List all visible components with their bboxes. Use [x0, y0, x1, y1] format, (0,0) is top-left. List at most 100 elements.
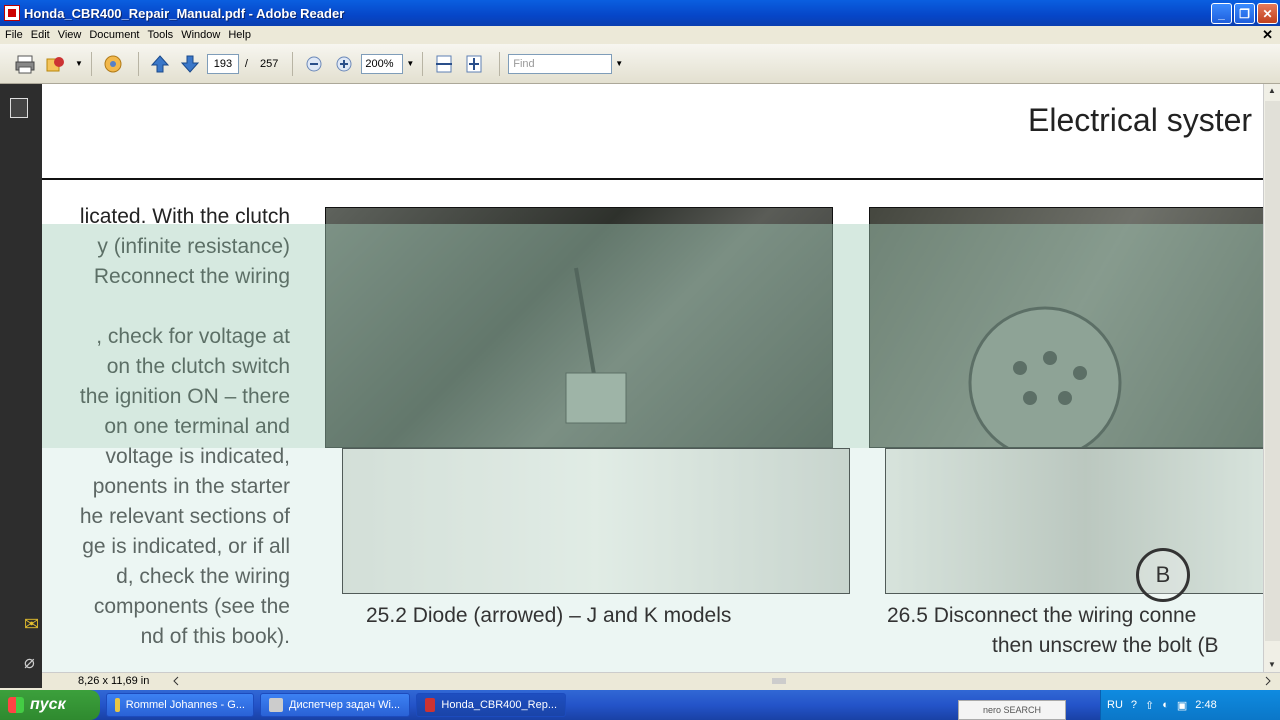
- shopping-button[interactable]: [100, 51, 126, 77]
- help-icon[interactable]: ?: [1131, 699, 1137, 711]
- task-adobe-reader[interactable]: Honda_CBR400_Rep...: [416, 693, 566, 717]
- share-button[interactable]: [42, 51, 68, 77]
- horn-photo-lower: [885, 448, 1263, 594]
- menu-bar: File Edit View Document Tools Window Hel…: [0, 26, 1280, 44]
- task-manager-icon: [269, 698, 283, 712]
- body-text: licated. With the clutch y (infinite res…: [42, 202, 290, 652]
- diode-photo-lower: [342, 448, 850, 594]
- caption-26-5-line2: then unscrew the bolt (B: [992, 634, 1219, 657]
- zoom-dropdown-icon[interactable]: ▼: [406, 59, 414, 68]
- adobe-reader-icon: [4, 5, 20, 21]
- print-button[interactable]: [12, 51, 38, 77]
- body-line: licated. With the clutch: [79, 205, 290, 228]
- task-chrome[interactable]: Rommel Johannes - G...: [106, 693, 254, 717]
- title-bar: Honda_CBR400_Repair_Manual.pdf - Adobe R…: [0, 0, 1280, 26]
- share-icon: [46, 56, 64, 71]
- menu-file[interactable]: File: [5, 29, 29, 41]
- find-input[interactable]: Find: [508, 53, 613, 74]
- horizontal-scrollbar[interactable]: [172, 675, 1272, 687]
- photo-arrow-icon: [565, 267, 627, 424]
- page-heading: Electrical syster: [1028, 102, 1253, 138]
- body-line: [42, 292, 290, 322]
- chrome-icon: [115, 698, 120, 712]
- body-line: he relevant sections of: [79, 505, 290, 528]
- body-line: on one terminal and: [104, 415, 290, 438]
- body-line: on the clutch switch: [106, 355, 290, 378]
- zoom-level-input[interactable]: 200%: [361, 53, 404, 74]
- body-line: , check for voltage at: [96, 325, 290, 348]
- next-page-button[interactable]: [177, 51, 203, 77]
- horn-photo: [869, 207, 1263, 448]
- page-total: 257: [259, 57, 279, 70]
- navigation-panel: ✉ ⌀: [0, 84, 42, 688]
- body-line: d, check the wiring: [116, 565, 290, 588]
- language-indicator[interactable]: RU: [1107, 699, 1123, 711]
- scroll-down-icon[interactable]: ▼: [1266, 660, 1278, 672]
- menu-document[interactable]: Document: [89, 29, 145, 41]
- zoom-out-icon: [306, 56, 322, 71]
- document-close-icon[interactable]: ✕: [1262, 27, 1273, 43]
- tray-arrow-icon[interactable]: ⇧: [1145, 699, 1154, 712]
- zoom-in-button[interactable]: [331, 51, 357, 77]
- toolbar-separator: [499, 51, 501, 76]
- system-tray: RU ? ⇧ ◐ ▣ 2:48: [1100, 690, 1280, 720]
- menu-edit[interactable]: Edit: [31, 29, 56, 41]
- zoom-in-icon: [336, 56, 352, 71]
- fit-width-icon: [436, 55, 453, 72]
- arrow-up-icon: [150, 54, 170, 72]
- start-button[interactable]: пуск: [0, 690, 100, 720]
- vertical-scrollbar[interactable]: ▲ ▼: [1263, 84, 1280, 674]
- body-line: Reconnect the wiring: [93, 265, 290, 288]
- zoom-out-button[interactable]: [301, 51, 327, 77]
- caption-25-2: 25.2 Diode (arrowed) – J and K models: [366, 604, 732, 627]
- minimize-button[interactable]: _: [1211, 3, 1232, 24]
- caption-26-5: 26.5 Disconnect the wiring conne: [887, 604, 1197, 627]
- toolbar-separator: [137, 51, 139, 76]
- find-dropdown-icon[interactable]: ▼: [615, 59, 623, 68]
- horn-shape-icon: [968, 306, 1122, 447]
- nero-search-box[interactable]: nero SEARCH: [958, 700, 1066, 720]
- windows-flag-icon: [8, 697, 24, 713]
- clock: 2:48: [1195, 699, 1217, 711]
- fit-page-button[interactable]: [461, 51, 487, 77]
- menu-help[interactable]: Help: [228, 29, 257, 41]
- tray-status-icon[interactable]: ◐: [1162, 699, 1169, 711]
- printer-icon: [15, 55, 35, 73]
- scroll-thumb[interactable]: [1265, 101, 1280, 641]
- body-line: ponents in the starter: [92, 475, 290, 498]
- scroll-up-icon[interactable]: ▲: [1266, 86, 1278, 98]
- taskbar: пуск Rommel Johannes - G... Диспетчер за…: [0, 690, 1280, 720]
- previous-page-button[interactable]: [147, 51, 173, 77]
- menu-view[interactable]: View: [58, 29, 88, 41]
- adobe-reader-icon: [425, 698, 436, 712]
- fit-page-icon: [466, 55, 482, 72]
- fit-width-button[interactable]: [431, 51, 457, 77]
- toolbar-separator: [292, 51, 294, 76]
- start-label: пуск: [30, 696, 66, 713]
- status-bar: 8,26 x 11,69 in: [42, 672, 1280, 689]
- menu-window[interactable]: Window: [181, 29, 226, 41]
- toolbar-separator: [422, 51, 424, 76]
- toolbar-separator: [90, 51, 92, 76]
- share-dropdown-icon[interactable]: ▼: [75, 59, 83, 68]
- tray-network-icon[interactable]: ▣: [1177, 699, 1187, 712]
- task-label: Honda_CBR400_Rep...: [441, 699, 557, 711]
- task-label: Диспетчер задач Wi...: [289, 699, 401, 711]
- menu-tools[interactable]: Tools: [148, 29, 180, 41]
- page-size-label: 8,26 x 11,69 in: [78, 675, 150, 687]
- body-line: the ignition ON – there: [79, 385, 290, 408]
- page-number-input[interactable]: 193: [206, 53, 239, 74]
- body-line: voltage is indicated,: [105, 445, 290, 468]
- pages-icon[interactable]: [10, 98, 28, 118]
- toolbar: ▼ 193 / 257 200% ▼ Find ▼: [0, 44, 1280, 84]
- heading-rule: [42, 178, 1263, 180]
- task-manager[interactable]: Диспетчер задач Wi...: [260, 693, 410, 717]
- body-line: components (see the: [93, 595, 290, 618]
- document-page: Electrical syster licated. With the clut…: [42, 84, 1263, 674]
- restore-button[interactable]: ❐: [1234, 3, 1255, 24]
- close-button[interactable]: ✕: [1257, 3, 1278, 24]
- arrow-down-icon: [180, 55, 200, 73]
- diode-photo: [325, 207, 833, 448]
- gear-icon: [104, 55, 122, 72]
- task-label: Rommel Johannes - G...: [125, 699, 245, 711]
